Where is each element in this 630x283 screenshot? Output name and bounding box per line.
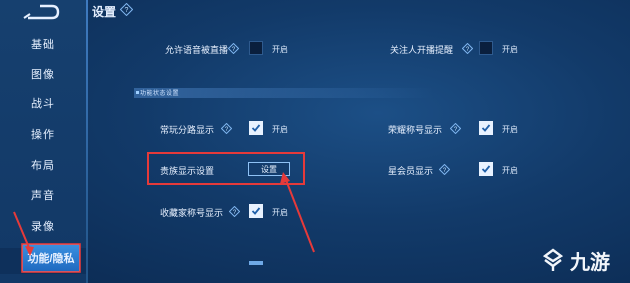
sidebar-item-controls[interactable]: 操作	[0, 121, 86, 147]
sidebar-item-label: 布局	[31, 160, 55, 172]
help-icon[interactable]: ?	[450, 123, 461, 134]
sidebar-item-function-privacy[interactable]: 功能/隐私	[22, 244, 80, 272]
lane-display-label: 常玩分路显示	[160, 125, 215, 135]
lane-display-state: 开启	[272, 125, 288, 134]
nine-game-logo-icon	[542, 248, 564, 271]
collector-title-display-label: 收藏家称号显示	[160, 208, 224, 218]
help-icon[interactable]: ?	[439, 164, 450, 175]
sidebar-item-sound[interactable]: 声音	[0, 182, 86, 208]
help-icon[interactable]: ?	[462, 43, 473, 54]
star-member-display-label: 星会员显示	[388, 166, 434, 176]
allow-voice-live-label: 允许语音被直播	[165, 45, 229, 55]
svg-text:?: ?	[125, 7, 129, 14]
checkmark-icon	[481, 124, 491, 132]
follow-stream-reminder-state: 开启	[502, 45, 518, 54]
section-marker	[136, 91, 139, 94]
star-member-display-checkbox[interactable]	[479, 162, 493, 176]
sidebar-item-battle[interactable]: 战斗	[0, 90, 86, 116]
sidebar-item-label: 战斗	[31, 98, 55, 110]
honor-title-display-state: 开启	[502, 125, 518, 134]
follow-stream-reminder-label: 关注人开播提醒	[390, 45, 454, 55]
collector-title-display-checkbox[interactable]	[249, 204, 263, 218]
scroll-indicator	[249, 261, 263, 265]
back-icon[interactable]	[18, 2, 64, 22]
sidebar-item-label: 基础	[31, 39, 55, 51]
sidebar-item-graphics[interactable]: 图像	[0, 61, 86, 87]
page-title: 设置	[92, 5, 117, 19]
sidebar-item-layout[interactable]: 布局	[0, 152, 86, 178]
sidebar-item-label: 录像	[31, 221, 55, 233]
help-icon[interactable]: ?	[228, 43, 239, 54]
sidebar-item-label: 操作	[31, 129, 55, 141]
annotation-arrow-main	[280, 172, 315, 253]
watermark-text: 九游	[570, 251, 610, 274]
collector-title-display-state: 开启	[272, 208, 288, 217]
help-icon[interactable]: ?	[229, 206, 240, 217]
sidebar-item-basic[interactable]: 基础	[0, 31, 86, 57]
honor-title-display-checkbox[interactable]	[479, 121, 493, 135]
checkmark-icon	[251, 207, 261, 215]
checkmark-icon	[481, 165, 491, 173]
sidebar-item-replay[interactable]: 录像	[0, 213, 86, 239]
star-member-display-state: 开启	[502, 166, 518, 175]
sidebar-item-label: 声音	[31, 190, 55, 202]
sidebar-item-label: 功能/隐私	[27, 253, 75, 265]
help-icon[interactable]: ?	[221, 123, 232, 134]
lane-display-checkbox[interactable]	[249, 121, 263, 135]
watermark-logo: 九游	[540, 242, 624, 278]
checkmark-icon	[251, 124, 261, 132]
honor-title-display-label: 荣耀称号显示	[388, 125, 443, 135]
allow-voice-live-state: 开启	[272, 45, 288, 54]
sidebar-divider	[86, 0, 88, 283]
follow-stream-reminder-checkbox[interactable]	[479, 41, 493, 55]
sidebar-item-label: 图像	[31, 69, 55, 81]
help-icon[interactable]: ?	[120, 3, 133, 16]
annotation-highlight-box	[147, 152, 305, 185]
settings-screen: 基础 图像 战斗 操作 布局 声音 录像 功能/隐私 设置 ? 允许语音被直播 …	[0, 0, 630, 283]
allow-voice-live-checkbox[interactable]	[249, 41, 263, 55]
section-title: 功能状态设置	[140, 91, 180, 97]
